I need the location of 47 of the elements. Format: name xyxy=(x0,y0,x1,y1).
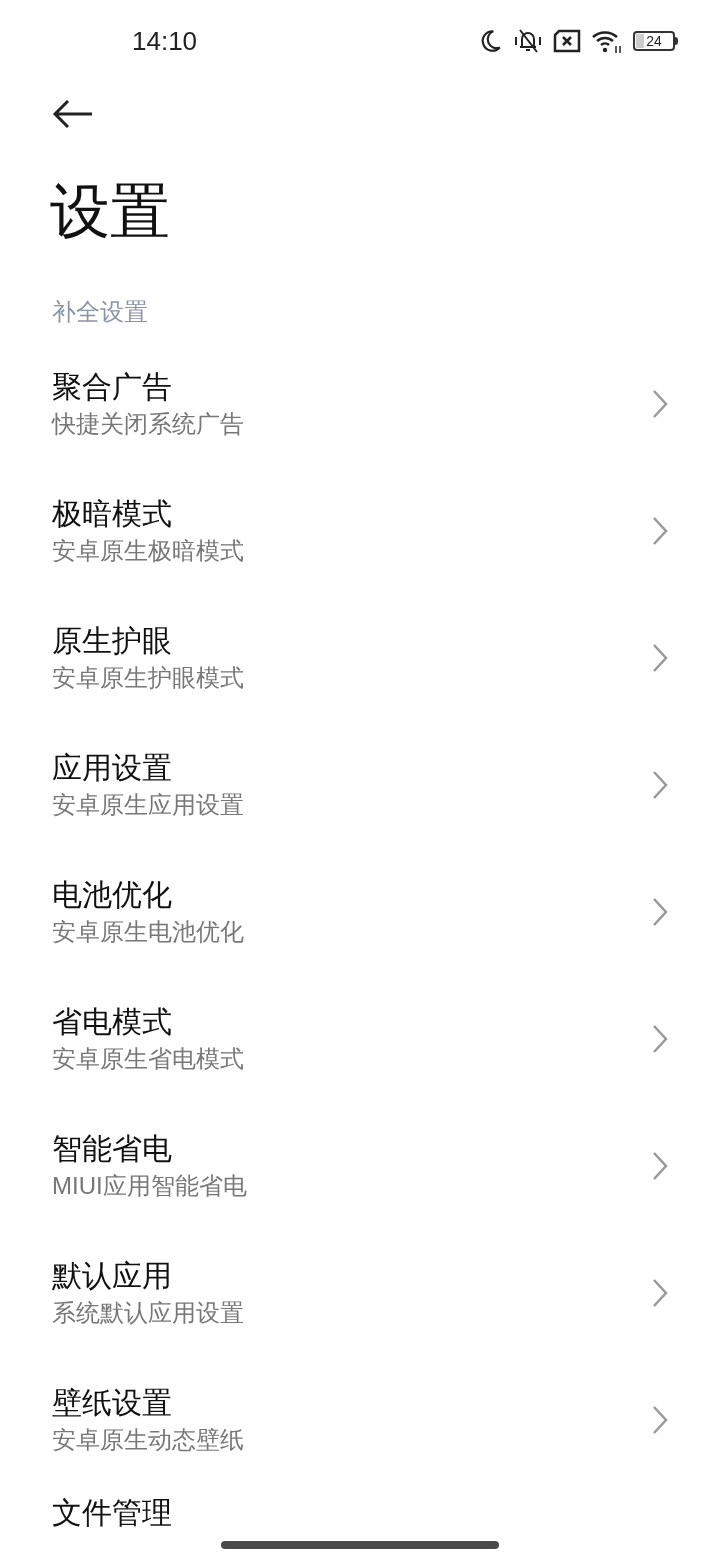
item-title: 默认应用 xyxy=(52,1257,173,1294)
item-subtitle: 安卓原生极暗模式 xyxy=(52,535,244,566)
settings-item[interactable]: 电池优化 安卓原生电池优化 xyxy=(0,848,720,975)
settings-item[interactable]: 文件管理 xyxy=(0,1483,720,1560)
settings-item[interactable]: 原生护眼 安卓原生护眼模式 xyxy=(0,594,720,721)
settings-item[interactable]: 默认应用 系统默认应用设置 xyxy=(0,1229,720,1356)
section-header: 补全设置 xyxy=(52,297,148,327)
item-subtitle: MIUI应用智能省电 xyxy=(52,1170,247,1201)
item-title: 原生护眼 xyxy=(52,622,173,659)
chevron-icon xyxy=(652,388,668,419)
item-subtitle: 安卓原生应用设置 xyxy=(52,789,244,820)
sim-card-icon xyxy=(553,29,581,53)
chevron-icon xyxy=(652,1277,668,1308)
muted-bell-icon xyxy=(513,27,543,55)
settings-item[interactable]: 壁纸设置 安卓原生动态壁纸 xyxy=(0,1356,720,1483)
settings-item[interactable]: 应用设置 安卓原生应用设置 xyxy=(0,721,720,848)
status-time: 14:10 xyxy=(132,24,198,58)
item-subtitle: 安卓原生护眼模式 xyxy=(52,662,244,693)
item-title: 文件管理 xyxy=(52,1495,172,1531)
item-subtitle: 安卓原生省电模式 xyxy=(52,1043,244,1074)
settings-item[interactable]: 智能省电 MIUI应用智能省电 xyxy=(0,1102,720,1229)
item-title: 省电模式 xyxy=(52,1003,173,1040)
chevron-icon xyxy=(652,1150,668,1181)
battery-fill xyxy=(636,34,644,48)
item-subtitle: 系统默认应用设置 xyxy=(52,1297,244,1328)
item-subtitle: 安卓原生电池优化 xyxy=(52,916,244,947)
item-title: 电池优化 xyxy=(52,876,173,913)
chevron-icon xyxy=(652,769,668,800)
settings-item[interactable]: 省电模式 安卓原生省电模式 xyxy=(0,975,720,1102)
item-title: 智能省电 xyxy=(52,1130,173,1167)
battery-level-text: 24 xyxy=(646,34,662,48)
page-title: 设置 xyxy=(50,182,170,242)
settings-item[interactable]: 聚合广告 快捷关闭系统广告 xyxy=(0,340,720,467)
item-title: 应用设置 xyxy=(52,749,173,786)
chevron-icon xyxy=(652,1404,668,1435)
settings-item[interactable]: 极暗模式 安卓原生极暗模式 xyxy=(0,467,720,594)
back-icon[interactable] xyxy=(52,99,94,129)
item-subtitle: 快捷关闭系统广告 xyxy=(52,408,244,439)
chevron-icon xyxy=(652,515,668,546)
wifi-icon xyxy=(591,28,623,54)
item-subtitle: 安卓原生动态壁纸 xyxy=(52,1424,244,1455)
item-title: 极暗模式 xyxy=(52,495,173,532)
chevron-icon xyxy=(652,642,668,673)
chevron-icon xyxy=(652,896,668,927)
item-title: 壁纸设置 xyxy=(52,1384,173,1421)
chevron-icon xyxy=(652,1023,668,1054)
item-title: 聚合广告 xyxy=(52,368,173,405)
